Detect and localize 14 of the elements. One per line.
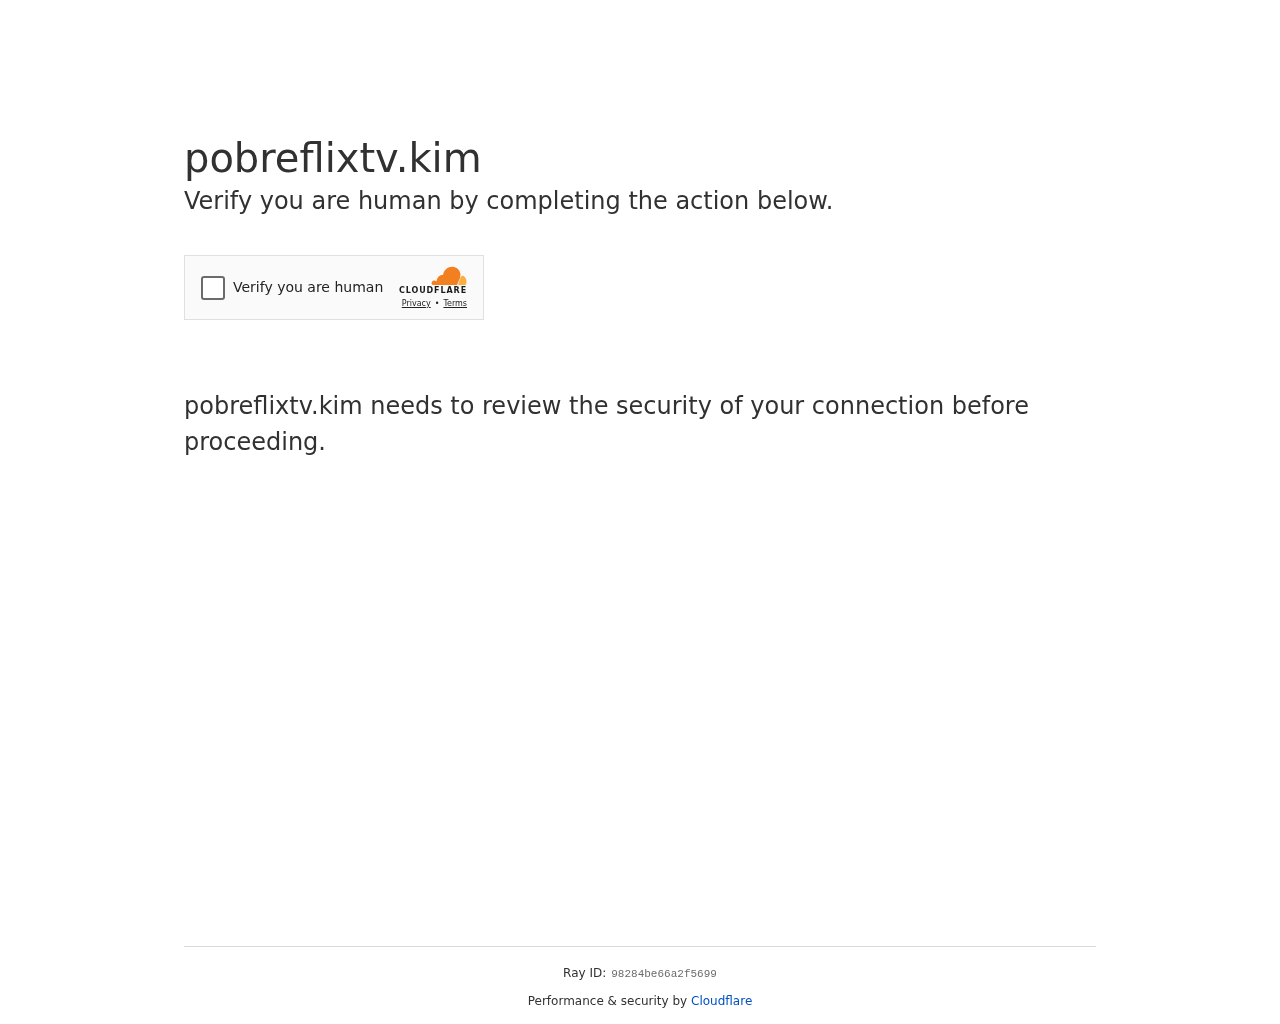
ray-id-value: 98284be66a2f5699 (611, 967, 717, 982)
security-message: pobreflixtv.kim needs to review the security of your connection before proceeding. (184, 391, 1030, 458)
checkbox[interactable] (201, 275, 225, 300)
brand-wordmark: CLOUDFLARE (399, 286, 467, 296)
terms-link[interactable]: Terms (443, 299, 467, 309)
cloudflare-link[interactable]: Cloudflare (691, 994, 753, 1008)
site-title: pobreflixtv.kim (184, 134, 483, 183)
footer-credit: Performance & security by Cloudflare (527, 993, 753, 1010)
checkbox-label: Verify you are human (233, 278, 384, 297)
cloud-logo-icon (431, 266, 467, 285)
ray-id-label: Ray ID: (563, 965, 607, 982)
privacy-link[interactable]: Privacy (401, 299, 431, 309)
link-separator: • (434, 299, 440, 309)
page-subtitle: Verify you are human by completing the action below. (184, 186, 835, 217)
